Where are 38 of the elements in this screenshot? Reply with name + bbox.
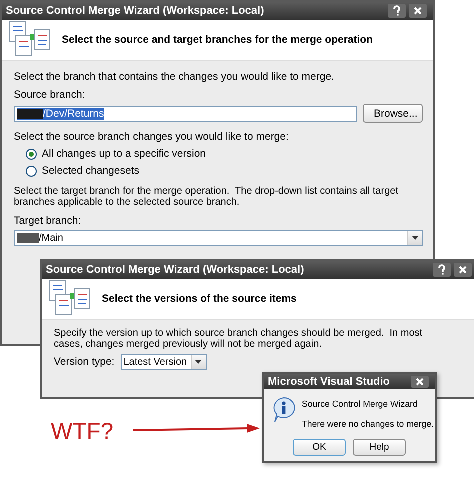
instruction-text: Select the target branch for the merge operation. The drop-down list contains all target branches applicable to the selected source branch. <box>14 186 400 208</box>
radio-button[interactable] <box>26 148 37 160</box>
help-icon[interactable] <box>433 263 451 277</box>
field-label: Target branch: <box>14 215 82 227</box>
dialog-button[interactable]: OK <box>293 439 346 456</box>
field-label: Version type: <box>54 356 115 368</box>
field-value: /Dev/Returns <box>43 108 104 120</box>
redaction-bar <box>17 108 43 118</box>
target-branch-dropdown[interactable]: /Main <box>14 230 423 246</box>
annotation-text: WTF? <box>51 418 114 445</box>
redaction-bar <box>17 233 39 243</box>
window-title: Source Control Merge Wizard (Workspace: Local) <box>46 264 304 276</box>
close-icon[interactable] <box>409 4 427 18</box>
source-branch-field[interactable]: /Dev/Returns <box>14 106 357 122</box>
radio-option[interactable]: Selected changesets <box>14 163 423 179</box>
window-title: Source Control Merge Wizard (Workspace: Local) <box>6 5 264 17</box>
instruction-text: Select the source branch changes you would like to merge: <box>14 131 290 143</box>
dropdown-value: Latest Version <box>122 356 188 368</box>
close-icon[interactable] <box>454 263 472 277</box>
info-icon <box>272 397 296 423</box>
message-text: There were no changes to merge. <box>302 419 434 429</box>
instruction-text: Specify the version up to which source branch changes should be merged. In most cases, changes merged previously will not be merged again. <box>54 328 424 350</box>
caret-icon <box>412 236 418 240</box>
message-caption: Source Control Merge Wizard <box>302 399 419 409</box>
radio-button[interactable] <box>26 166 37 176</box>
dialog-button[interactable]: Help <box>353 439 406 456</box>
version-type-dropdown[interactable]: Latest Version <box>120 354 207 370</box>
wizard-heading: Select the source and target branches for the merge operation <box>62 34 373 46</box>
dropdown-value: /Main <box>39 232 64 244</box>
instruction-text: Select the branch that contains the changes you would like to merge. <box>14 71 336 83</box>
window-title: Microsoft Visual Studio <box>268 376 390 388</box>
browse-button[interactable]: Browse... <box>363 104 423 123</box>
help-icon[interactable] <box>388 4 406 18</box>
wizard-heading: Select the versions of the source items <box>102 293 297 305</box>
close-icon[interactable] <box>411 376 429 388</box>
field-label: Source branch: <box>14 89 86 101</box>
radio-option[interactable]: All changes up to a specific version <box>14 146 423 162</box>
caret-icon <box>195 360 202 364</box>
